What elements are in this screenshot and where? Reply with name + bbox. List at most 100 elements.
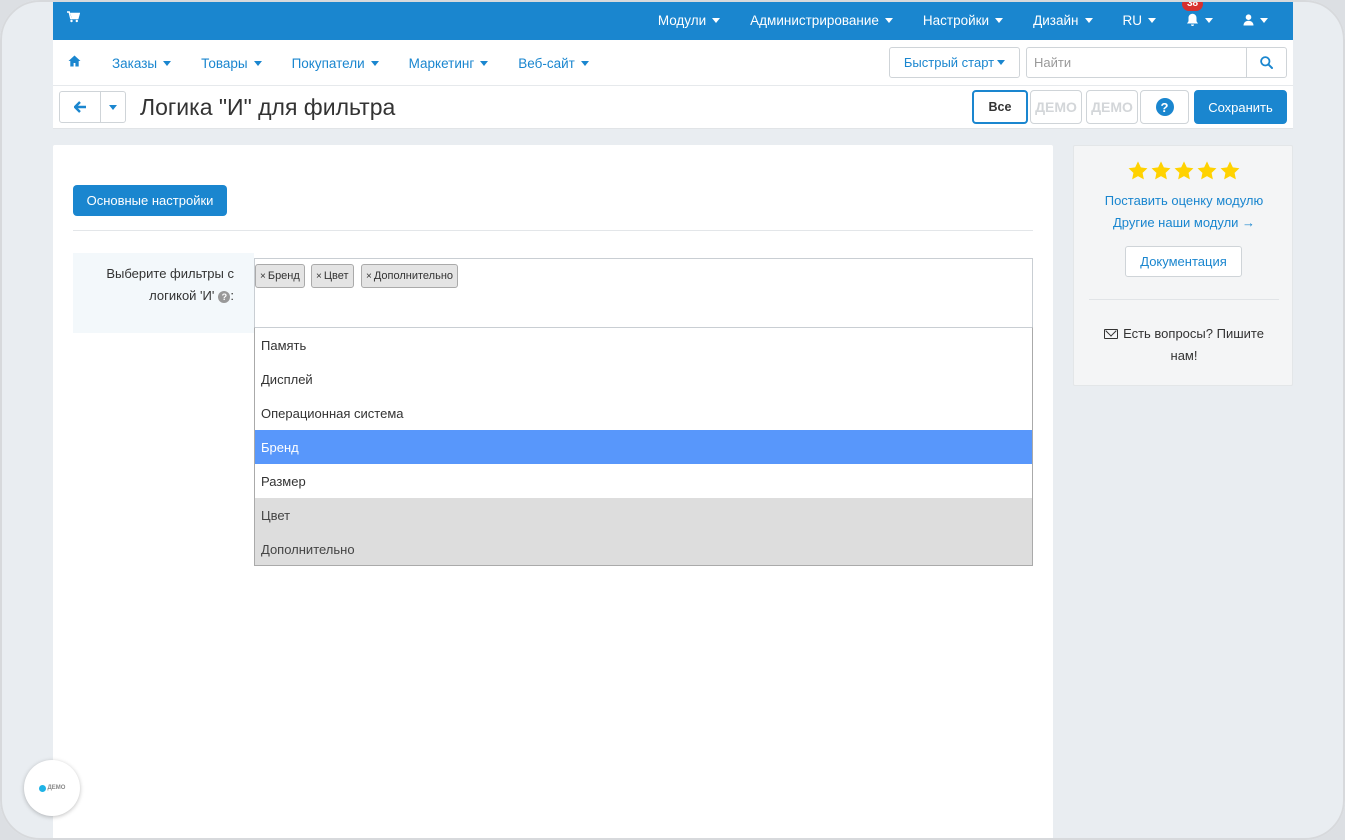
nav-products-label: Товары [201,55,248,71]
star-icon [1197,161,1217,180]
tab-main-settings[interactable]: Основные настройки [73,185,227,216]
search-input[interactable] [1027,48,1246,77]
chevron-down-icon [1084,17,1093,23]
chip-label: Бренд [267,270,300,282]
bell-icon: 38 [1182,0,1204,27]
main-navbar: Заказы Товары Покупатели Маркетинг Веб-с… [53,40,1293,86]
topnav-design[interactable]: Дизайн [1018,0,1107,40]
star-icon [1220,161,1240,180]
field-label-line2-wrap: логикой 'И'?: [73,285,234,307]
remove-chip-button[interactable]: × [260,271,266,282]
home-icon[interactable] [68,55,81,67]
save-button[interactable]: Сохранить [1194,90,1287,124]
topnav-design-label: Дизайн [1033,12,1079,28]
top-menu: Модули Администрирование Настройки Дизай… [643,0,1293,40]
chip-label: Цвет [323,270,349,282]
quick-start-button[interactable]: Быстрый старт [889,47,1020,78]
rate-module-link[interactable]: Поставить оценку модулю [1074,193,1294,208]
back-button[interactable] [60,92,101,122]
rating-stars[interactable] [1074,160,1294,182]
dropdown-option[interactable]: Размер [255,464,1032,498]
nav-marketing[interactable]: Маркетинг [394,56,504,71]
quick-start-label: Быстрый старт [903,55,995,70]
notifications-button[interactable]: 38 [1171,0,1228,40]
demo-button-1[interactable]: ДЕМО [1030,90,1082,124]
demo-logo-badge[interactable]: ДЕМО [24,760,80,816]
divider [73,230,1033,231]
help-button[interactable]: ? [1140,90,1189,124]
chevron-down-icon [480,61,489,67]
question-circle-icon: ? [1155,98,1174,116]
envelope-icon [1104,329,1119,339]
topnav-language[interactable]: RU [1108,0,1172,40]
search-button[interactable] [1246,48,1286,77]
nav-marketing-label: Маркетинг [408,55,475,71]
chevron-down-icon [995,17,1004,23]
dropdown-option[interactable]: Дисплей [255,362,1032,396]
main-nav-links: Заказы Товары Покупатели Маркетинг Веб-с… [97,40,604,86]
page-title: Логика "И" для фильтра [140,94,396,120]
settings-panel: Основные настройки Выберите фильтры с ло… [53,145,1053,840]
chevron-down-icon [712,17,721,23]
star-icon [1128,161,1148,180]
question-circle-icon[interactable]: ? [218,291,231,303]
topnav-administration[interactable]: Администрирование [735,0,908,40]
chevron-down-icon [109,104,117,110]
selected-chip-color: × Цвет [311,264,354,288]
all-button[interactable]: Все [972,90,1028,124]
chevron-down-icon [253,61,262,67]
user-icon [1243,14,1254,26]
nav-website-label: Веб-сайт [518,55,575,71]
field-label-colon: : [230,288,234,303]
dropdown-option-highlighted[interactable]: Бренд [255,430,1032,464]
nav-customers[interactable]: Покупатели [277,56,394,71]
star-icon [1151,161,1171,180]
demo-badge-label: ДЕМО [47,785,66,791]
logo-dot-icon [38,784,46,792]
page-toolbar: Логика "И" для фильтра Все ДЕМО ДЕМО ? С… [53,86,1293,129]
nav-website[interactable]: Веб-сайт [503,56,604,71]
field-label-line2: логикой 'И' [149,288,215,303]
questions-text: Есть вопросы? Пишите нам! [1123,326,1264,363]
divider [1089,299,1279,300]
other-modules-link[interactable]: Другие наши модули → [1074,215,1294,230]
dropdown-option[interactable]: Память [255,328,1032,362]
star-icon [1174,161,1194,180]
remove-chip-button[interactable]: × [316,271,322,282]
contact-us-link[interactable]: Есть вопросы? Пишите нам! [1094,323,1274,367]
filter-field-label: Выберите фильтры с логикой 'И'?: [73,253,254,333]
filters-multiselect[interactable]: × Бренд × Цвет × Дополнительно [254,258,1033,328]
nav-products[interactable]: Товары [186,56,276,71]
remove-chip-button[interactable]: × [366,271,372,282]
nav-orders[interactable]: Заказы [97,56,186,71]
topnav-administration-label: Администрирование [750,12,879,28]
back-button-group [59,91,126,123]
user-menu-button[interactable] [1228,0,1293,40]
chevron-down-icon [997,60,1006,65]
dropdown-option[interactable]: Операционная система [255,396,1032,430]
topnav-modules-label: Модули [657,12,707,28]
selected-chip-brand: × Бренд [255,264,305,288]
top-navbar: Модули Администрирование Настройки Дизай… [53,0,1293,40]
topnav-modules[interactable]: Модули [643,0,735,40]
nav-orders-label: Заказы [112,55,158,71]
search-icon [1260,56,1273,69]
module-info-sidebar: Поставить оценку модулю Другие наши моду… [1073,145,1293,386]
app-frame: Модули Администрирование Настройки Дизай… [0,0,1345,840]
nav-customers-label: Покупатели [291,55,365,71]
history-dropdown-button[interactable] [101,92,125,122]
dropdown-option-selected[interactable]: Цвет [255,498,1032,532]
topnav-settings-label: Настройки [922,12,990,28]
search-box [1026,47,1287,78]
chevron-down-icon [1148,17,1156,23]
demo-button-2[interactable]: ДЕМО [1086,90,1138,124]
cart-icon[interactable] [67,11,80,23]
documentation-button[interactable]: Документация [1125,246,1242,277]
chevron-down-icon [370,61,379,67]
filters-dropdown-list: Память Дисплей Операционная система Брен… [254,327,1033,566]
chevron-down-icon [580,61,589,67]
arrow-left-icon [73,101,87,113]
chevron-down-icon [884,17,893,23]
dropdown-option-selected[interactable]: Дополнительно [255,532,1032,565]
topnav-settings[interactable]: Настройки [908,0,1018,40]
